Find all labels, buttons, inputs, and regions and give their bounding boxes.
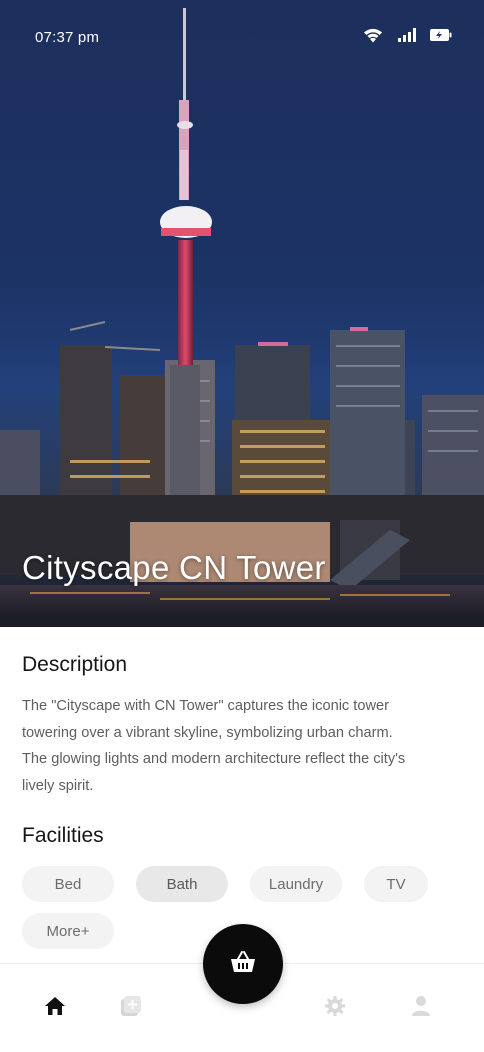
details-panel: Description The "Cityscape with CN Tower… bbox=[0, 627, 484, 963]
cart-fab-button[interactable] bbox=[203, 924, 283, 1004]
status-time: 07:37 pm bbox=[35, 29, 100, 46]
nav-profile[interactable] bbox=[409, 995, 433, 1022]
profile-icon bbox=[411, 995, 431, 1022]
description-heading: Description bbox=[22, 653, 128, 676]
facility-chip-bed[interactable]: Bed bbox=[22, 866, 114, 902]
facility-chip-laundry[interactable]: Laundry bbox=[250, 866, 342, 902]
facility-chip-bath[interactable]: Bath bbox=[136, 866, 228, 902]
status-bar: 07:37 pm bbox=[0, 0, 484, 76]
facilities-heading: Facilities bbox=[22, 824, 104, 847]
description-text: The "Cityscape with CN Tower" captures t… bbox=[22, 693, 462, 799]
wifi-icon bbox=[362, 26, 384, 49]
facility-chip-tv[interactable]: TV bbox=[364, 866, 428, 902]
description-line: towering over a vibrant skyline, symboli… bbox=[22, 724, 393, 741]
nav-add[interactable] bbox=[119, 995, 143, 1022]
description-line: lively spirit. bbox=[22, 777, 94, 794]
city-skyline-illustration bbox=[0, 8, 484, 627]
basket-icon bbox=[229, 950, 257, 979]
hero-image: 07:37 pm Cityscape CN Tower bbox=[0, 0, 484, 627]
signal-icon bbox=[398, 28, 416, 47]
hero-title: Cityscape CN Tower bbox=[22, 549, 326, 586]
battery-charging-icon bbox=[430, 28, 452, 47]
home-icon bbox=[44, 996, 66, 1021]
description-line: The glowing lights and modern architectu… bbox=[22, 751, 406, 768]
nav-home[interactable] bbox=[43, 996, 67, 1020]
nav-settings[interactable] bbox=[323, 995, 347, 1022]
add-box-icon bbox=[120, 995, 142, 1022]
settings-icon bbox=[324, 995, 346, 1022]
facility-chip-more[interactable]: More+ bbox=[22, 913, 114, 949]
description-line: The "Cityscape with CN Tower" captures t… bbox=[22, 698, 389, 714]
